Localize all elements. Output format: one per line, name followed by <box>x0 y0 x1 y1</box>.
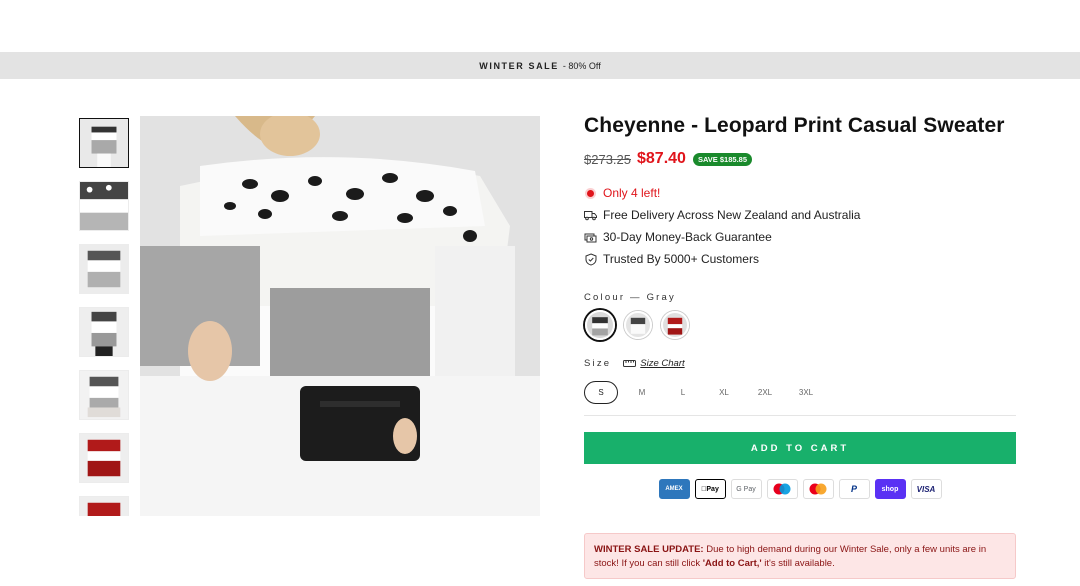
thumbnail-7[interactable] <box>79 496 129 516</box>
thumbnail-3[interactable] <box>79 244 129 294</box>
money-back-icon <box>584 231 597 244</box>
thumbnail-gallery <box>79 118 129 516</box>
thumbnail-1[interactable] <box>79 118 129 168</box>
size-header: Size Size Chart <box>584 358 1016 369</box>
thumbnail-2[interactable] <box>79 181 129 231</box>
maestro-icon <box>766 479 798 499</box>
old-price: $273.25 <box>584 151 631 167</box>
product-title: Cheyenne - Leopard Print Casual Sweater <box>584 114 1005 137</box>
thumbnail-4[interactable] <box>79 307 129 357</box>
stock-dot-icon <box>584 187 597 200</box>
announcement-bold: WINTER SALE <box>479 60 559 71</box>
amex-icon: AMEX <box>658 479 690 499</box>
update-heading: WINTER SALE UPDATE: <box>594 544 704 555</box>
feature-trusted: Trusted By 5000+ Customers <box>584 248 1016 270</box>
feature-money-back: 30-Day Money-Back Guarantee <box>584 226 1016 248</box>
thumbnail-5[interactable] <box>79 370 129 420</box>
colour-value: Gray <box>646 292 676 303</box>
sale-price: $87.40 <box>637 150 686 167</box>
announcement-bar: WINTER SALE - 80% Off <box>0 52 1080 79</box>
stock-indicator: Only 4 left! <box>584 182 1016 204</box>
add-to-cart-button[interactable]: ADD TO CART <box>584 432 1016 464</box>
size-label: Size <box>584 358 612 369</box>
apple-pay-icon: Pay <box>694 479 726 499</box>
google-pay-icon: G Pay <box>730 479 762 499</box>
ruler-icon <box>623 359 637 368</box>
feature-list: Only 4 left! Free Delivery Across New Ze… <box>584 182 1016 270</box>
colour-label: Colour — Gray <box>584 292 676 303</box>
size-chart-text: Size Chart <box>640 358 685 369</box>
announcement-text: - 80% Off <box>562 60 601 71</box>
product-info: Cheyenne - Leopard Print Casual Sweater … <box>584 114 1016 499</box>
feature-trusted-text: Trusted By 5000+ Customers <box>603 252 759 266</box>
colour-swatches <box>584 310 1016 340</box>
paypal-icon: P <box>838 479 870 499</box>
apple-pay-label: Pay <box>703 485 718 493</box>
size-m[interactable]: M <box>625 381 659 404</box>
sale-update-notice: WINTER SALE UPDATE: Due to high demand d… <box>584 533 1016 579</box>
swatch-white[interactable] <box>624 311 652 339</box>
shop-pay-icon: shop <box>874 479 906 499</box>
swatch-gray[interactable] <box>585 310 615 340</box>
save-badge: SAVE $185.85 <box>692 152 752 166</box>
size-2xl[interactable]: 2XL <box>748 381 782 404</box>
thumbnail-6[interactable] <box>79 433 129 483</box>
size-s[interactable]: S <box>584 381 618 404</box>
visa-icon: VISA <box>910 479 942 499</box>
feature-money-back-text: 30-Day Money-Back Guarantee <box>603 230 772 244</box>
price-row: $273.25 $87.40 SAVE $185.85 <box>584 150 1016 168</box>
divider <box>584 415 1016 416</box>
update-text-2: it's still available. <box>761 558 835 569</box>
feature-delivery: Free Delivery Across New Zealand and Aus… <box>584 204 1016 226</box>
payment-icons: AMEX Pay G Pay P shop VISA <box>584 479 1016 499</box>
size-3xl[interactable]: 3XL <box>789 381 823 404</box>
shield-check-icon <box>584 252 597 266</box>
main-product-image[interactable] <box>140 116 540 516</box>
truck-icon <box>584 209 597 222</box>
size-xl[interactable]: XL <box>707 381 741 404</box>
size-l[interactable]: L <box>666 381 700 404</box>
mastercard-icon <box>802 479 834 499</box>
swatch-red[interactable] <box>661 311 689 339</box>
size-chart-link[interactable]: Size Chart <box>623 358 685 369</box>
colour-label-text: Colour <box>584 292 626 303</box>
size-options: S M L XL 2XL 3XL <box>584 381 1016 404</box>
update-bold-2: 'Add to Cart,' <box>702 558 762 569</box>
feature-delivery-text: Free Delivery Across New Zealand and Aus… <box>603 208 861 222</box>
stock-text: Only 4 left! <box>603 186 661 200</box>
